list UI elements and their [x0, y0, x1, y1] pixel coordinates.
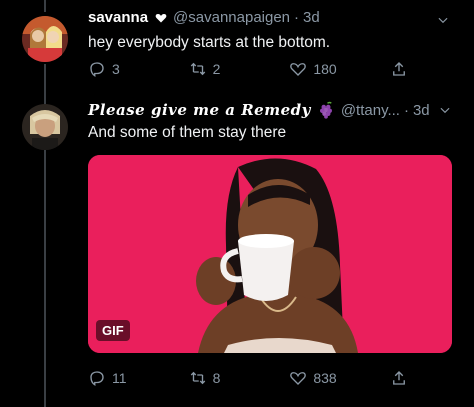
action-bar: 3 2 180 — [88, 60, 408, 78]
gif-media[interactable]: GIF — [88, 155, 452, 353]
share-button[interactable] — [390, 60, 408, 78]
thread-line-bottom — [44, 150, 46, 407]
heart-outline-icon — [290, 63, 307, 76]
reply-count: 3 — [112, 61, 120, 77]
more-options-button[interactable] — [436, 13, 450, 27]
reply-count: 11 — [112, 370, 127, 386]
avatar-photo — [22, 104, 68, 150]
chevron-down-icon — [438, 17, 448, 24]
tweet-header: savanna @savannapaigen · 3d — [88, 9, 320, 26]
thread-line-middle — [44, 64, 46, 106]
tweet-text: hey everybody starts at the bottom. — [88, 34, 331, 51]
chevron-down-icon[interactable] — [438, 103, 452, 117]
tweet-text: And some of them stay there — [88, 124, 287, 141]
reply-button[interactable]: 3 — [88, 60, 168, 78]
display-name[interactable]: savanna — [88, 9, 148, 26]
avatar-photo — [22, 16, 68, 62]
heart-icon — [155, 13, 167, 22]
handle[interactable]: @savannapaigen — [173, 9, 290, 26]
gif-image — [88, 155, 452, 353]
retweet-button[interactable]: 8 — [189, 369, 269, 387]
tweet-header: Please give me a Remedy @ttany... · 3d — [88, 101, 452, 119]
timestamp[interactable]: 3d — [303, 9, 320, 26]
thread-line-top — [44, 0, 46, 12]
avatar[interactable] — [22, 16, 68, 62]
share-icon — [393, 62, 405, 76]
action-bar: 11 8 838 — [88, 369, 408, 387]
share-button[interactable] — [390, 369, 408, 387]
handle[interactable]: @ttany... — [341, 102, 400, 119]
timestamp[interactable]: 3d — [413, 102, 430, 119]
retweet-button[interactable]: 2 — [189, 60, 269, 78]
display-name[interactable]: Please give me a Remedy — [88, 101, 311, 119]
separator-dot: · — [403, 101, 409, 119]
retweet-icon — [190, 62, 205, 76]
like-count: 180 — [313, 61, 337, 77]
retweet-icon — [190, 371, 205, 385]
grapes-icon — [319, 101, 332, 119]
like-button[interactable]: 180 — [289, 60, 369, 78]
retweet-count: 2 — [212, 61, 221, 77]
share-icon — [393, 371, 405, 385]
like-count: 838 — [313, 370, 337, 386]
reply-button[interactable]: 11 — [88, 369, 168, 387]
reply-icon — [90, 371, 104, 387]
reply-icon — [90, 62, 104, 78]
heart-outline-icon — [290, 372, 307, 385]
avatar[interactable] — [22, 104, 68, 150]
gif-badge: GIF — [96, 320, 130, 341]
separator-dot: · — [294, 9, 300, 26]
like-button[interactable]: 838 — [289, 369, 369, 387]
retweet-count: 8 — [212, 370, 221, 386]
